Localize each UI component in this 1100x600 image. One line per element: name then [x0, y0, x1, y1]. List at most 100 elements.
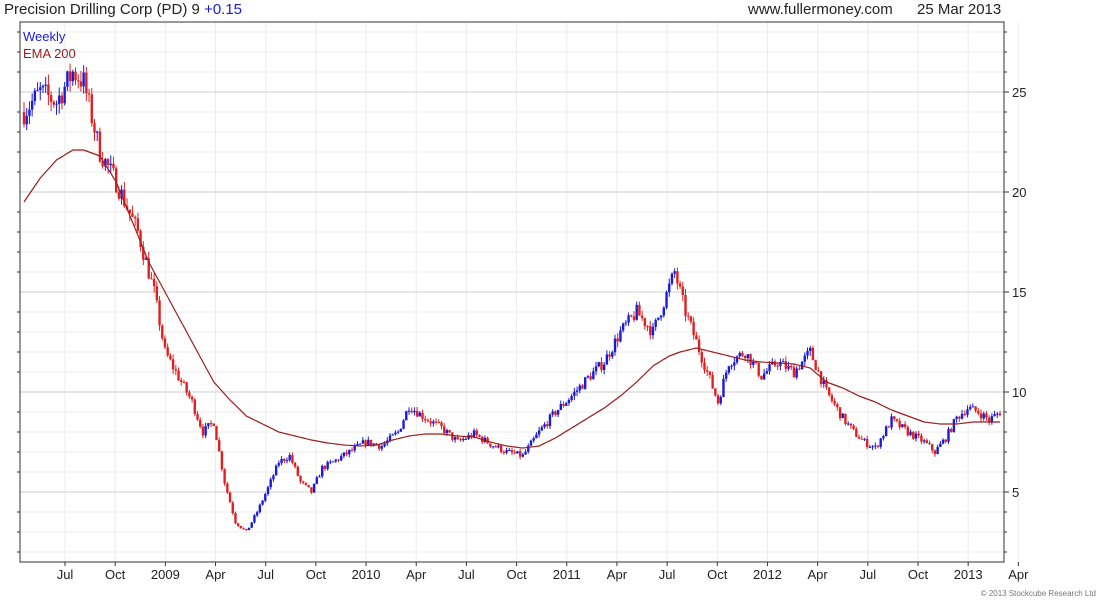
candle-body [415, 410, 419, 417]
candle-body [106, 159, 110, 165]
candle-body [722, 378, 725, 397]
candle-body [931, 444, 934, 451]
candle-body [649, 326, 652, 336]
candle-body [741, 352, 744, 357]
candle-body [920, 435, 923, 442]
candle-body [716, 395, 720, 404]
candle-body [719, 396, 722, 404]
candle-body [977, 410, 980, 414]
candle-body [49, 95, 53, 102]
candle-body [887, 426, 891, 428]
candle-body [727, 366, 731, 373]
candle-body [597, 362, 600, 367]
candle-body [678, 283, 682, 287]
candle-body [602, 364, 606, 371]
candle-body [657, 317, 660, 320]
candle-body [437, 421, 440, 423]
candle-body [752, 361, 755, 365]
candle-body [133, 216, 137, 219]
candle-body [204, 426, 207, 436]
candle-body [472, 430, 476, 438]
candle-body [266, 487, 270, 495]
candle-body [968, 407, 972, 410]
candle-body [451, 432, 454, 440]
candle-body [136, 218, 140, 231]
candle-body [299, 475, 302, 482]
candle-body [131, 213, 134, 217]
candle-body [315, 477, 318, 484]
candle-body [941, 439, 945, 444]
candle-body [860, 438, 863, 440]
candle-body [30, 100, 34, 110]
copyright-note: © 2013 Stockcube Research Ltd [980, 589, 1096, 598]
candle-body [348, 449, 351, 455]
candle-body [811, 347, 815, 361]
candle-body [676, 271, 679, 284]
candle-body [226, 483, 229, 493]
candle-body [358, 443, 362, 445]
candle-body [109, 163, 112, 165]
candle-body [966, 409, 969, 415]
candle-body [513, 452, 516, 454]
candle-body [768, 364, 771, 372]
candle-body [749, 354, 752, 365]
candle-body [795, 368, 798, 378]
candle-body [714, 388, 717, 396]
candle-body [418, 412, 422, 417]
candle-body [247, 527, 251, 531]
candle-body [288, 455, 291, 461]
candle-body [529, 440, 533, 446]
candle-body [79, 81, 83, 87]
candle-body [798, 368, 801, 370]
candle-body [68, 71, 72, 82]
candle-body [255, 512, 259, 516]
candle-body [865, 438, 869, 448]
candle-body [491, 446, 495, 448]
candle-body [394, 432, 397, 435]
candle-body [293, 462, 297, 467]
candle-body [570, 395, 573, 400]
x-tick-label: Jul [257, 567, 274, 582]
candle-body [28, 109, 31, 116]
candle-body [380, 446, 384, 449]
candle-body [651, 326, 655, 336]
candle-body [784, 361, 788, 369]
candle-body [253, 515, 256, 523]
candle-body [551, 411, 554, 415]
candle-body [502, 452, 506, 454]
candle-body [876, 445, 880, 447]
candle-body [117, 192, 121, 199]
legend-weekly: Weekly [23, 29, 66, 44]
candle-body [803, 355, 806, 362]
x-tick-label: Apr [406, 567, 427, 582]
candle-body [494, 446, 497, 448]
candle-body [296, 466, 300, 476]
candle-body [684, 294, 687, 316]
x-tick-label: 2009 [151, 567, 180, 582]
candle-body [326, 462, 329, 469]
candle-body [47, 84, 50, 96]
candle-body [424, 418, 427, 421]
candle-body [209, 423, 213, 425]
x-tick-label: 2011 [553, 567, 581, 582]
candle-body [426, 420, 430, 422]
candle-body [63, 86, 66, 104]
candle-body [841, 413, 844, 419]
candle-body [998, 413, 1002, 416]
candle-body [163, 338, 167, 348]
candle-body [310, 487, 313, 493]
candle-body [985, 413, 988, 418]
candle-body [302, 481, 305, 483]
candle-body [573, 391, 576, 396]
candle-body [337, 459, 340, 461]
candle-body [914, 433, 918, 439]
candle-body [453, 437, 457, 440]
candle-body [283, 458, 286, 461]
candle-body [996, 413, 999, 415]
candle-body [578, 385, 581, 391]
candle-body [396, 431, 400, 433]
candle-body [581, 385, 584, 389]
candle-body [982, 413, 985, 419]
candle-body [955, 416, 958, 420]
candle-body [708, 371, 712, 375]
